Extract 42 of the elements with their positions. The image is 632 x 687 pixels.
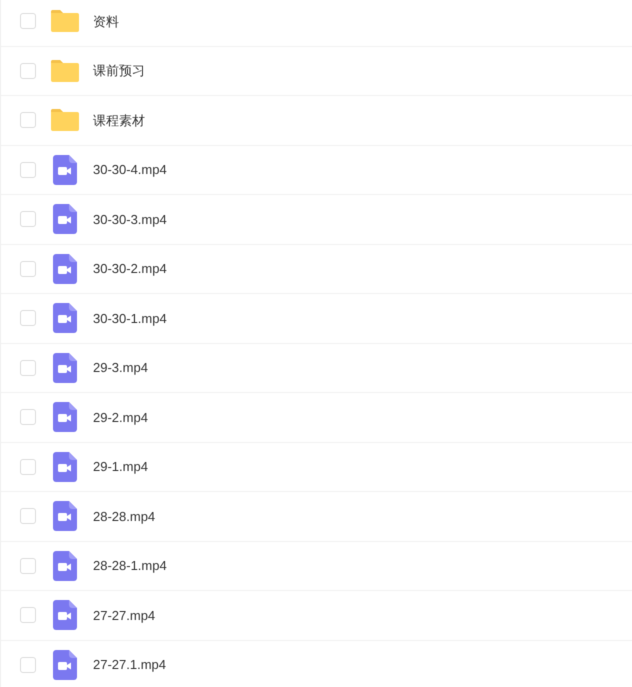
video-file-icon	[53, 550, 77, 581]
video-file-icon	[53, 254, 77, 284]
file-name[interactable]: 30-30-4.mp4	[93, 160, 167, 180]
folder-icon	[50, 108, 80, 132]
video-file-icon	[53, 402, 77, 432]
checkbox[interactable]	[20, 260, 36, 277]
folder-icon	[50, 9, 80, 34]
file-name[interactable]: 28-28-1.mp4	[93, 556, 167, 576]
checkbox[interactable]	[20, 409, 36, 426]
checkbox[interactable]	[20, 656, 36, 673]
video-file-icon	[53, 352, 77, 383]
checkbox[interactable]	[20, 310, 36, 326]
file-name[interactable]: 27-27.1.mp4	[93, 655, 166, 674]
file-name[interactable]: 29-3.mp4	[93, 358, 148, 378]
checkbox[interactable]	[20, 360, 36, 376]
file-name[interactable]: 29-2.mp4	[93, 408, 148, 427]
file-name[interactable]: 资料	[93, 12, 119, 31]
checkbox[interactable]	[20, 62, 36, 79]
video-file-icon	[53, 650, 77, 680]
file-name[interactable]: 课前预习	[93, 61, 145, 80]
checkbox[interactable]	[20, 13, 36, 30]
checkbox[interactable]	[20, 162, 36, 178]
video-file-icon	[53, 303, 77, 334]
video-file-icon	[53, 154, 77, 185]
checkbox[interactable]	[20, 112, 36, 128]
checkbox[interactable]	[20, 508, 36, 524]
file-name[interactable]: 27-27.mp4	[93, 606, 156, 625]
video-file-icon	[53, 452, 77, 482]
checkbox[interactable]	[20, 607, 36, 624]
file-name[interactable]: 29-1.mp4	[93, 457, 148, 476]
video-file-icon	[53, 204, 77, 234]
file-name[interactable]: 30-30-1.mp4	[93, 308, 167, 328]
file-name[interactable]: 课程素材	[93, 110, 145, 130]
checkbox[interactable]	[20, 558, 36, 574]
video-file-icon	[53, 600, 77, 630]
folder-icon	[50, 58, 80, 83]
checkbox[interactable]	[20, 458, 36, 475]
file-name[interactable]: 28-28.mp4	[93, 506, 156, 526]
video-file-icon	[53, 501, 77, 532]
file-name[interactable]: 30-30-3.mp4	[93, 210, 167, 229]
checkbox[interactable]	[20, 211, 36, 228]
file-name[interactable]: 30-30-2.mp4	[93, 259, 167, 278]
